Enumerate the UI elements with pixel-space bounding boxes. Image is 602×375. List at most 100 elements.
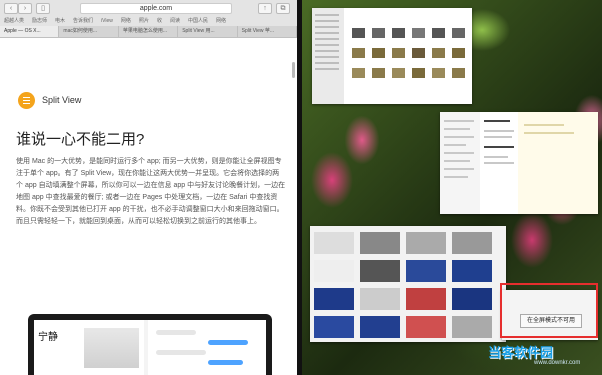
file-thumbnail: [412, 68, 425, 78]
photo-thumbnail: [314, 232, 354, 254]
split-view-logo-icon: [18, 92, 35, 109]
tab-mac-howto[interactable]: mac如何使用...: [59, 26, 119, 37]
highlight-box: [500, 283, 598, 338]
file-thumbnail: [352, 48, 365, 58]
note-line: [524, 124, 564, 126]
sidebar-icon[interactable]: ▯: [36, 3, 50, 14]
notes-list: [440, 112, 481, 214]
bookmark-item[interactable]: 励志师: [28, 16, 51, 26]
bookmark-item[interactable]: 电木: [51, 16, 69, 26]
finder-window-thumbnail[interactable]: [312, 8, 472, 104]
file-thumbnail: [372, 48, 385, 58]
bookmark-item[interactable]: 超越人类: [0, 16, 28, 26]
bookmark-item[interactable]: iView: [97, 16, 117, 26]
bookmark-item[interactable]: 照片: [135, 16, 153, 26]
note-line: [444, 152, 474, 154]
safari-toolbar: ‹ › ▯ apple.com ↑ ⧉: [0, 0, 297, 16]
note-line: [444, 160, 470, 162]
forward-icon[interactable]: ›: [18, 3, 32, 14]
file-thumbnail: [372, 68, 385, 78]
sidebar-line: [315, 62, 339, 64]
laptop-photo: [84, 328, 139, 368]
address-bar[interactable]: apple.com: [80, 3, 232, 14]
photos-window-thumbnail[interactable]: [310, 226, 506, 342]
note-line: [524, 132, 574, 134]
tab-split-view-1[interactable]: Split View 用...: [178, 26, 238, 37]
sidebar-line: [315, 38, 339, 40]
note-line: [444, 128, 470, 130]
file-thumbnail: [432, 68, 445, 78]
photo-thumbnail: [360, 316, 400, 338]
message-bubble: [208, 340, 248, 345]
sidebar-line: [315, 14, 339, 16]
sidebar-line: [315, 56, 339, 58]
article-paragraph: 使用 Mac 的一大优势，是能同时运行多个 app; 而另一大优势，则是你能让全…: [16, 158, 286, 225]
notes-window-thumbnail[interactable]: [440, 112, 598, 214]
bookmark-item[interactable]: 网络: [212, 16, 230, 26]
photo-thumbnail: [314, 288, 354, 310]
feature-title: Split View: [42, 95, 82, 105]
back-icon[interactable]: ‹: [4, 3, 18, 14]
watermark-site: www.downkr.com: [534, 360, 581, 366]
laptop-messages-app: [148, 320, 266, 375]
file-thumbnail: [412, 48, 425, 58]
file-thumbnail: [412, 28, 425, 38]
file-thumbnail: [432, 28, 445, 38]
finder-sidebar: [312, 8, 344, 104]
note-line: [444, 144, 466, 146]
note-line: [444, 176, 468, 178]
photo-thumbnail: [360, 260, 400, 282]
file-thumbnail: [432, 48, 445, 58]
note-line: [484, 120, 510, 122]
note-line: [484, 136, 512, 138]
file-thumbnail: [452, 28, 465, 38]
message-bubble: [208, 360, 243, 365]
article-heading: 谁说一心不能二用?: [16, 131, 145, 148]
bookmark-item[interactable]: 阅读: [166, 16, 184, 26]
tab-bar: Apple — OS X... mac如何使用... 苹果电脑怎么使用... S…: [0, 26, 297, 38]
photo-thumbnail: [406, 316, 446, 338]
tabs-overview-icon[interactable]: ⧉: [276, 3, 290, 14]
message-bubble: [156, 330, 196, 335]
photo-thumbnail: [314, 316, 354, 338]
photo-thumbnail: [314, 260, 354, 282]
photo-thumbnail: [406, 232, 446, 254]
note-line: [484, 162, 514, 164]
photo-thumbnail: [360, 232, 400, 254]
file-thumbnail: [352, 68, 365, 78]
scrollbar[interactable]: [292, 62, 295, 78]
sidebar-line: [315, 20, 339, 22]
safari-split-pane: ‹ › ▯ apple.com ↑ ⧉ 超越人类 励志师 电木 告诉我们 iVi…: [0, 0, 297, 375]
file-thumbnail: [392, 48, 405, 58]
photo-thumbnail: [360, 288, 400, 310]
file-thumbnail: [372, 28, 385, 38]
laptop-app-title: 宁静: [38, 332, 58, 343]
notes-editor: [518, 112, 598, 214]
photo-thumbnail: [406, 260, 446, 282]
tab-apple-osx[interactable]: Apple — OS X...: [0, 26, 60, 37]
bookmark-item[interactable]: 中国人民: [184, 16, 212, 26]
photo-thumbnail: [452, 288, 492, 310]
laptop-screen: 宁静: [34, 320, 266, 375]
laptop-left-app: 宁静: [34, 320, 144, 375]
note-line: [444, 136, 474, 138]
file-thumbnail: [392, 28, 405, 38]
unavailable-tooltip: 在全屏模式不可用: [520, 314, 582, 328]
tab-split-view-2[interactable]: Split View 苹...: [238, 26, 297, 37]
sidebar-line: [315, 26, 339, 28]
photo-thumbnail: [452, 232, 492, 254]
tab-apple-computer[interactable]: 苹果电脑怎么使用...: [119, 26, 179, 37]
sidebar-line: [315, 32, 339, 34]
bookmark-item[interactable]: 收: [153, 16, 166, 26]
bookmark-item[interactable]: 网络: [117, 16, 135, 26]
favorites-bar: 超越人类 励志师 电木 告诉我们 iView 网络 照片 收 阅读 中国人民 网…: [0, 16, 297, 26]
note-line: [444, 168, 474, 170]
share-icon[interactable]: ↑: [258, 3, 272, 14]
file-thumbnail: [352, 28, 365, 38]
sidebar-line: [315, 44, 339, 46]
note-line: [484, 130, 514, 132]
notes-content: [480, 112, 518, 214]
macbook-illustration: 宁静: [28, 314, 272, 375]
photo-thumbnail: [406, 288, 446, 310]
bookmark-item[interactable]: 告诉我们: [69, 16, 97, 26]
